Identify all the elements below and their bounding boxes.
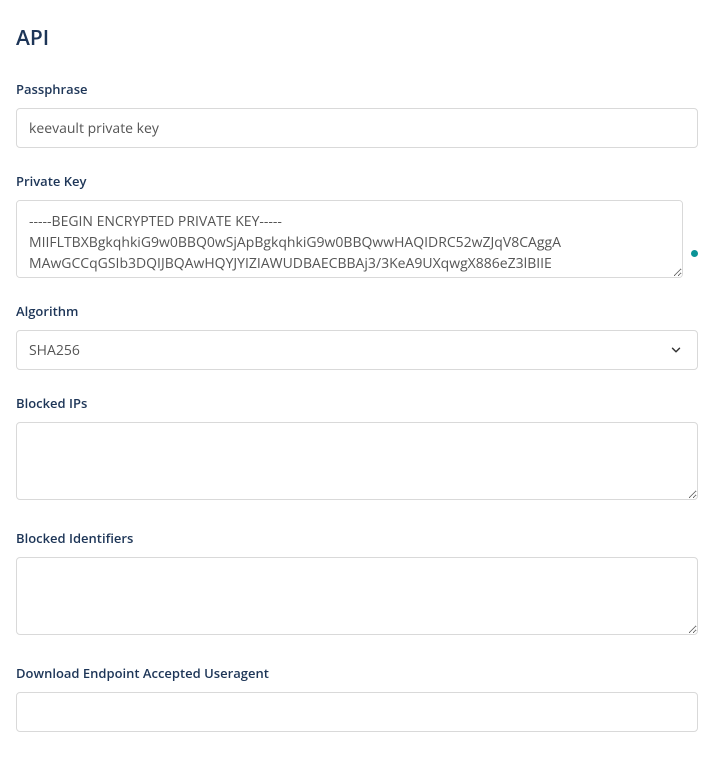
algorithm-select[interactable]: SHA256 bbox=[16, 330, 698, 370]
private-key-field: Private Key bbox=[16, 172, 698, 278]
passphrase-input[interactable] bbox=[16, 108, 698, 148]
blocked-ips-label: Blocked IPs bbox=[16, 394, 698, 412]
blocked-ips-textarea[interactable] bbox=[16, 422, 698, 500]
blocked-identifiers-textarea[interactable] bbox=[16, 557, 698, 635]
page-title: API bbox=[16, 24, 698, 52]
blocked-identifiers-field: Blocked Identifiers bbox=[16, 529, 698, 640]
private-key-textarea[interactable] bbox=[16, 200, 683, 278]
algorithm-selected-value: SHA256 bbox=[17, 331, 697, 369]
download-useragent-label: Download Endpoint Accepted Useragent bbox=[16, 664, 698, 682]
algorithm-field: Algorithm SHA256 bbox=[16, 302, 698, 370]
download-useragent-input[interactable] bbox=[16, 692, 698, 732]
private-key-label: Private Key bbox=[16, 172, 698, 190]
status-dot-icon bbox=[691, 250, 698, 257]
passphrase-field: Passphrase bbox=[16, 80, 698, 148]
blocked-ips-field: Blocked IPs bbox=[16, 394, 698, 505]
passphrase-label: Passphrase bbox=[16, 80, 698, 98]
download-useragent-field: Download Endpoint Accepted Useragent bbox=[16, 664, 698, 732]
algorithm-label: Algorithm bbox=[16, 302, 698, 320]
blocked-identifiers-label: Blocked Identifiers bbox=[16, 529, 698, 547]
